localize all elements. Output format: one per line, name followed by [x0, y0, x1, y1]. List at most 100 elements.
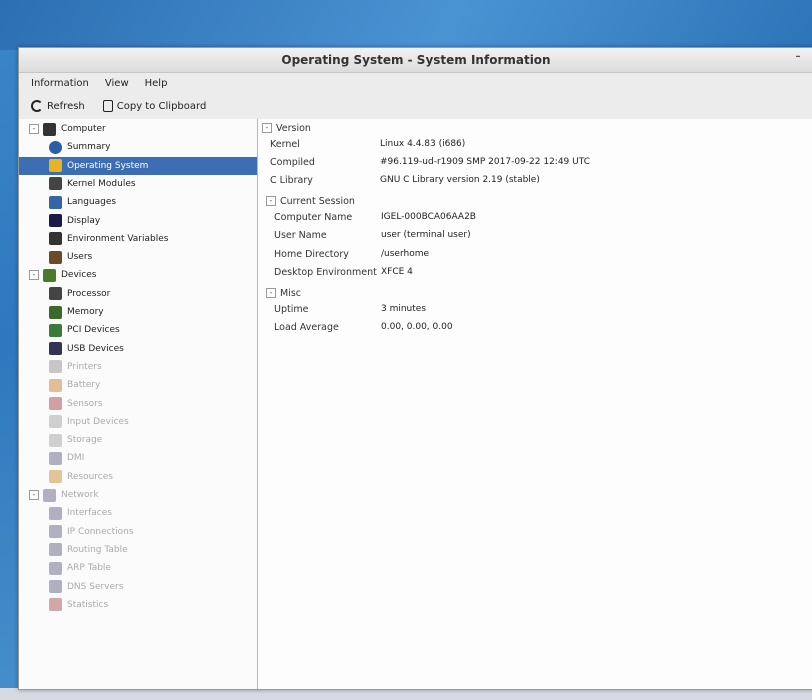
- sidebar-item-input-devices[interactable]: Input Devices: [19, 413, 257, 431]
- tree-expander-icon[interactable]: -: [29, 490, 39, 500]
- sidebar-item-sensors[interactable]: Sensors: [19, 395, 257, 413]
- kernel-icon: [49, 177, 62, 191]
- os-icon: [49, 159, 62, 173]
- property-label: Uptime: [274, 303, 309, 315]
- section-header[interactable]: - Version: [258, 120, 311, 136]
- dns-icon: [49, 580, 62, 593]
- sidebar-item-arp-table[interactable]: ARP Table: [19, 559, 257, 577]
- sidebar-item-label: Summary: [67, 142, 111, 153]
- property-label: Home Directory: [274, 248, 349, 260]
- sidebar-item-languages[interactable]: Languages: [19, 193, 257, 211]
- title-bar[interactable]: Operating System - System Information –: [19, 48, 812, 73]
- sidebar-item-ip-connections[interactable]: IP Connections: [19, 523, 257, 541]
- dmi-icon: [49, 451, 62, 465]
- sidebar-item-devices[interactable]: - Devices: [19, 266, 257, 284]
- menu-information[interactable]: Information: [29, 76, 91, 91]
- clipboard-icon: [102, 100, 113, 112]
- sidebar-item-computer[interactable]: - Computer: [19, 120, 257, 138]
- property-value: XFCE 4: [381, 266, 413, 277]
- input-icon: [49, 415, 62, 429]
- property-value: IGEL-000BCA06AA2B: [381, 211, 476, 222]
- property-value: #96.119-ud-r1909 SMP 2017-09-22 12:49 UT…: [380, 156, 590, 167]
- sidebar-item-routing-table[interactable]: Routing Table: [19, 541, 257, 559]
- terminal-icon: [49, 232, 62, 246]
- sidebar-item-users[interactable]: Users: [19, 248, 257, 266]
- property-label: Compiled: [270, 156, 315, 168]
- sidebar-tree[interactable]: - Computer Summary Operating System Kernel M…: [19, 119, 258, 689]
- sidebar-item-label: Routing Table: [67, 544, 128, 555]
- copy-label: Copy to Clipboard: [116, 100, 207, 112]
- menu-view[interactable]: View: [103, 76, 131, 91]
- section-header[interactable]: - Misc: [258, 285, 301, 301]
- processor-icon: [49, 287, 62, 301]
- sidebar-item-label: USB Devices: [67, 343, 124, 354]
- resources-icon: [49, 470, 62, 484]
- system-information-window: Operating System - System Information – …: [18, 47, 812, 690]
- sidebar-item-label: Operating System: [67, 160, 149, 171]
- sidebar-item-label: Battery: [67, 380, 101, 391]
- sidebar-item-label: IP Connections: [67, 526, 134, 537]
- section-header[interactable]: - Current Session: [258, 193, 355, 209]
- sidebar-item-processor[interactable]: Processor: [19, 285, 257, 303]
- sidebar-item-statistics[interactable]: Statistics: [19, 596, 257, 614]
- sidebar-item-label: Network: [61, 490, 99, 500]
- sidebar-item-label: Resources: [67, 471, 113, 482]
- display-icon: [49, 214, 62, 227]
- minimize-button[interactable]: –: [791, 51, 805, 65]
- menu-bar: Information View Help: [19, 73, 812, 93]
- property-label: C Library: [270, 175, 313, 187]
- tree-expander-icon[interactable]: -: [29, 124, 39, 134]
- sidebar-item-label: ARP Table: [67, 563, 111, 574]
- sidebar-item-label: Kernel Modules: [67, 178, 136, 189]
- sidebar-item-interfaces[interactable]: Interfaces: [19, 504, 257, 522]
- devices-icon: [43, 268, 56, 282]
- section-title: Current Session: [280, 195, 355, 207]
- window-title: Operating System - System Information: [281, 53, 551, 67]
- tree-expander-icon[interactable]: -: [29, 270, 39, 281]
- details-panel: - Version Kernel Linux 4.4.83 (i686) Compile…: [258, 119, 812, 689]
- sidebar-item-display[interactable]: Display: [19, 212, 257, 230]
- sidebar-item-resources[interactable]: Resources: [19, 468, 257, 486]
- sidebar-item-dmi[interactable]: DMI: [19, 449, 257, 467]
- sidebar-item-operating-system[interactable]: Operating System: [19, 156, 257, 175]
- connections-icon: [49, 525, 62, 539]
- sidebar-item-environment-variables[interactable]: Environment Variables: [19, 230, 257, 248]
- property-value: 0.00, 0.00, 0.00: [381, 321, 453, 332]
- sidebar-item-battery[interactable]: Battery: [19, 376, 257, 394]
- sidebar-item-network[interactable]: - Network: [19, 486, 257, 504]
- property-value: GNU C Library version 2.19 (stable): [380, 175, 540, 186]
- sidebar-item-label: Sensors: [67, 398, 103, 409]
- users-icon: [49, 250, 62, 264]
- routing-icon: [49, 543, 62, 557]
- section-expander-icon[interactable]: -: [266, 196, 276, 207]
- section-expander-icon[interactable]: -: [262, 123, 272, 133]
- sidebar-item-kernel-modules[interactable]: Kernel Modules: [19, 175, 257, 193]
- sidebar-item-usb-devices[interactable]: USB Devices: [19, 340, 257, 358]
- sidebar-item-summary[interactable]: Summary: [19, 138, 257, 156]
- refresh-button[interactable]: Refresh: [31, 100, 85, 112]
- refresh-icon: [31, 100, 43, 112]
- sidebar-item-label: Users: [67, 252, 93, 263]
- copy-to-clipboard-button[interactable]: Copy to Clipboard: [102, 100, 207, 112]
- pci-icon: [49, 323, 62, 337]
- section-expander-icon[interactable]: -: [266, 288, 276, 299]
- property-value: Linux 4.4.83 (i686): [380, 138, 466, 149]
- languages-icon: [49, 195, 62, 209]
- sidebar-item-storage[interactable]: Storage: [19, 431, 257, 449]
- sidebar-item-label: Display: [67, 215, 101, 226]
- sidebar-item-label: Statistics: [67, 599, 109, 610]
- sidebar-item-dns-servers[interactable]: DNS Servers: [19, 578, 257, 596]
- network-icon: [43, 488, 56, 502]
- sidebar-item-printers[interactable]: Printers: [19, 358, 257, 376]
- property-label: Kernel: [270, 138, 300, 150]
- sidebar-item-memory[interactable]: Memory: [19, 303, 257, 321]
- sidebar-item-label: Storage: [67, 435, 103, 446]
- property-label: Computer Name: [274, 211, 353, 223]
- battery-icon: [49, 378, 62, 392]
- sidebar-item-pci-devices[interactable]: PCI Devices: [19, 321, 257, 339]
- property-value: 3 minutes: [381, 303, 427, 314]
- sidebar-item-label: Printers: [67, 361, 102, 372]
- usb-icon: [49, 342, 62, 356]
- menu-help[interactable]: Help: [143, 76, 170, 91]
- sidebar-item-label: Interfaces: [67, 508, 112, 519]
